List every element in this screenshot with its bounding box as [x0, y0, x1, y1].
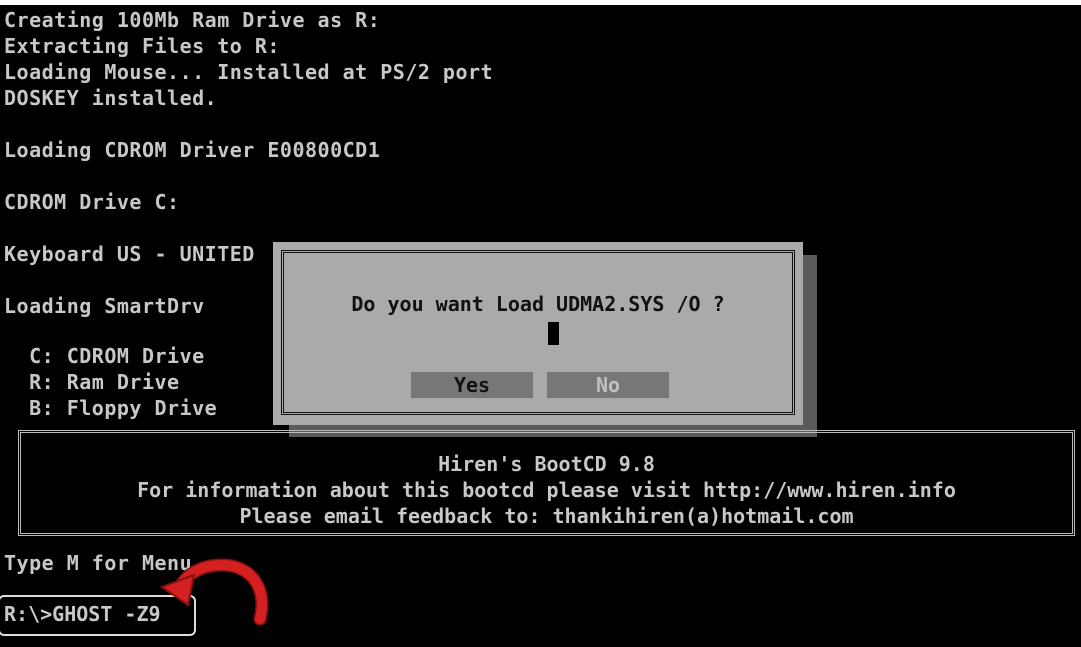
- no-button[interactable]: No: [547, 372, 669, 398]
- console-line: B: Floppy Drive: [4, 396, 218, 420]
- console-line: CDROM Drive C:: [4, 190, 180, 214]
- info-email: Please email feedback to: thankihiren(a)…: [239, 504, 854, 528]
- console-line: Keyboard US - UNITED: [4, 242, 255, 266]
- console-line: R: Ram Drive: [4, 370, 180, 394]
- dialog-question: Do you want Load UDMA2.SYS /O ?: [351, 292, 725, 316]
- command-prompt[interactable]: R:\>GHOST -Z9: [4, 601, 161, 627]
- text-cursor: [548, 322, 559, 345]
- console-line: Loading CDROM Driver E00800CD1: [4, 138, 381, 162]
- console-line: DOSKEY installed.: [4, 86, 218, 110]
- console-line: Loading SmartDrv: [4, 294, 205, 318]
- dos-screen: Creating 100Mb Ram Drive as R: Extractin…: [0, 5, 1081, 647]
- curved-arrow-icon: [160, 558, 269, 626]
- udma-dialog: Do you want Load UDMA2.SYS /O ? Yes No: [273, 242, 803, 425]
- console-line: Creating 100Mb Ram Drive as R:: [4, 8, 381, 32]
- info-website: For information about this bootcd please…: [137, 478, 956, 502]
- yes-button[interactable]: Yes: [411, 372, 533, 398]
- info-title: Hiren's BootCD 9.8: [438, 452, 655, 476]
- dialog-frame: [281, 250, 795, 415]
- console-line: Loading Mouse... Installed at PS/2 port: [4, 60, 494, 84]
- console-line: Extracting Files to R:: [4, 34, 280, 58]
- bootcd-info-box: Hiren's BootCD 9.8 For information about…: [18, 430, 1075, 536]
- console-line: C: CDROM Drive: [4, 344, 205, 368]
